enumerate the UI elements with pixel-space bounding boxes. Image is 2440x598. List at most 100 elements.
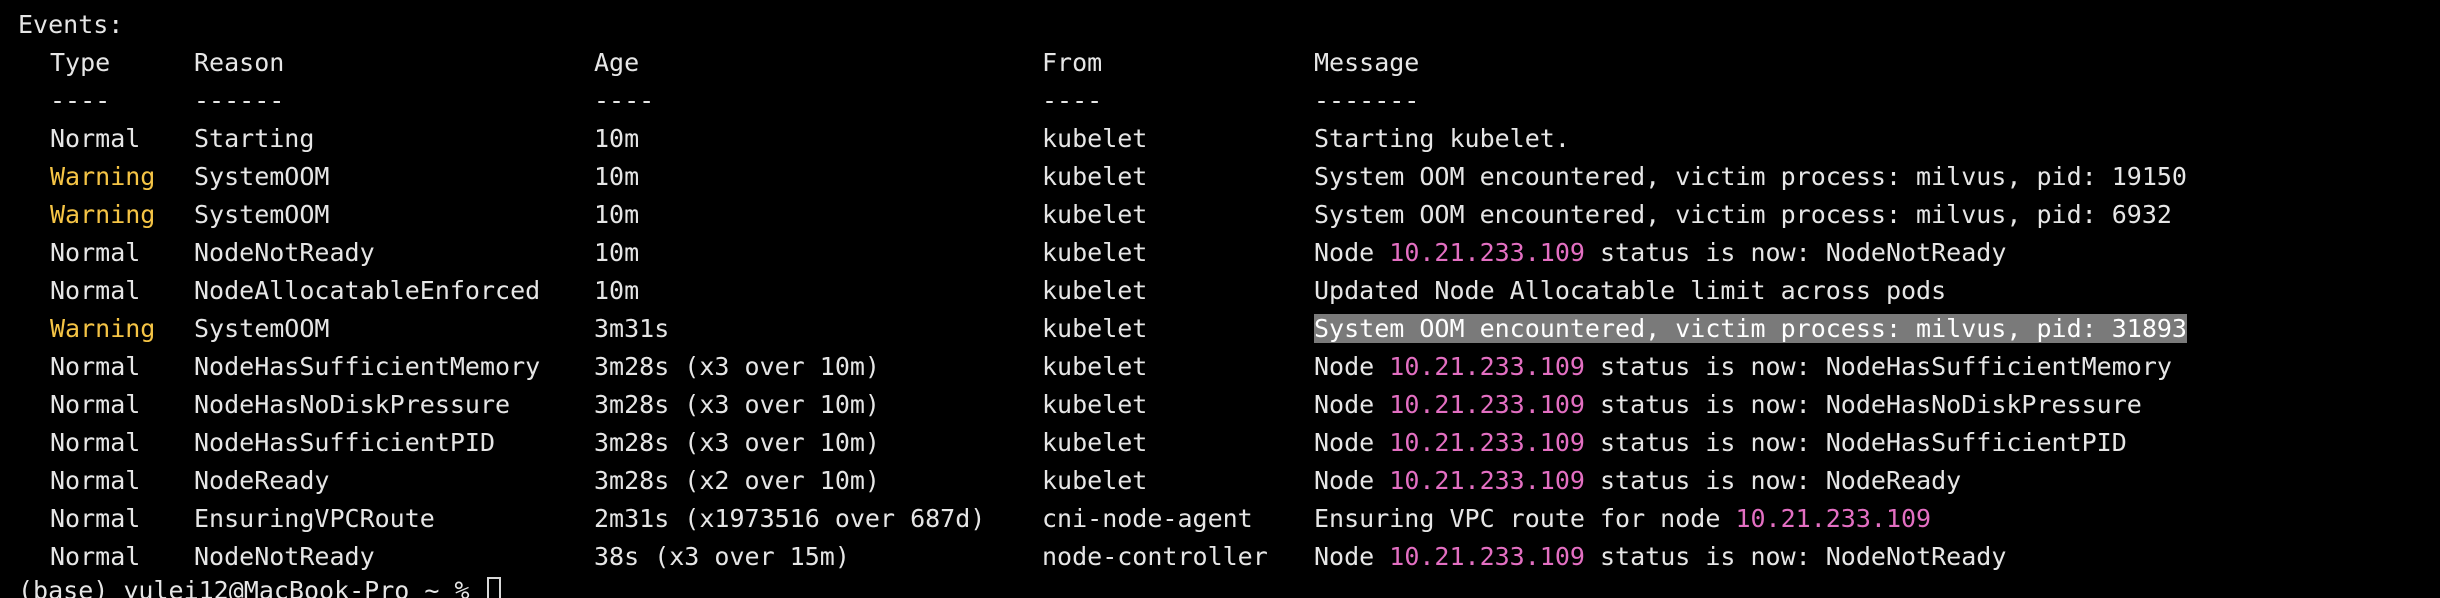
selected-message-text[interactable]: System OOM encountered, victim process: … [1314,314,2187,343]
node-ip-address: 10.21.233.109 [1389,542,1585,571]
event-message-suffix: status is now: NodeNotReady [1584,238,2007,267]
event-message-suffix: status is now: NodeHasSufficientPID [1584,428,2127,457]
node-ip-address: 10.21.233.109 [1389,238,1585,267]
event-message-text: Starting kubelet. [1314,124,1570,153]
event-reason: NodeNotReady [194,542,375,571]
event-age: 10m [594,238,640,267]
event-row: Normal NodeHasSufficientPID 3m28s (x3 ov… [0,424,2440,462]
event-message-prefix: Node [1314,390,1390,419]
event-source: kubelet [1042,428,1148,457]
event-reason: EnsuringVPCRoute [194,504,435,533]
event-type-warning: Warning [50,162,156,191]
event-source: kubelet [1042,200,1148,229]
event-type: Normal [50,276,141,305]
event-reason: Starting [194,124,315,153]
event-message-prefix: Ensuring VPC route for node [1314,504,1736,533]
event-source: kubelet [1042,352,1148,381]
event-source: kubelet [1042,124,1148,153]
terminal-window[interactable]: ------- Events: Type Reason Age From Mes… [0,0,2440,598]
event-row: Normal NodeReady 3m28s (x2 over 10m) kub… [0,462,2440,500]
event-reason: SystemOOM [194,162,330,191]
event-type: Normal [50,542,141,571]
event-row: Normal NodeNotReady 38s (x3 over 15m) no… [0,538,2440,576]
event-message: Node 10.21.233.109 status is now: NodeNo… [1314,234,2006,272]
event-message: Node 10.21.233.109 status is now: NodeHa… [1314,348,2172,386]
event-reason: NodeAllocatableEnforced [194,276,541,305]
event-message-suffix: status is now: NodeHasNoDiskPressure [1584,390,2142,419]
event-age: 10m [594,124,640,153]
event-reason: NodeHasSufficientMemory [194,352,541,381]
event-reason: SystemOOM [194,314,330,343]
node-ip-address: 10.21.233.109 [1735,504,1932,533]
event-row: Warning SystemOOM 10m kubelet System OOM… [0,158,2440,196]
event-row: Normal NodeAllocatableEnforced 10m kubel… [0,272,2440,310]
node-ip-address: 10.21.233.109 [1389,390,1585,419]
event-reason: NodeReady [194,466,330,495]
event-reason: SystemOOM [194,200,330,229]
terminal-cursor[interactable] [486,577,501,598]
event-source: kubelet [1042,466,1148,495]
event-age: 10m [594,200,640,229]
event-age: 2m31s (x1973516 over 687d) [594,504,986,533]
event-message: Node 10.21.233.109 status is now: NodeRe… [1314,462,1961,500]
event-row: Normal NodeHasNoDiskPressure 3m28s (x3 o… [0,386,2440,424]
node-ip-address: 10.21.233.109 [1389,428,1585,457]
event-age: 3m28s (x3 over 10m) [594,428,880,457]
events-table: Type Reason Age From Message ---- ------… [0,44,2440,576]
event-type-warning: Warning [50,314,156,343]
event-type: Normal [50,466,141,495]
event-row: Normal EnsuringVPCRoute 2m31s (x1973516 … [0,500,2440,538]
reason-separator: ------ [194,86,285,115]
event-type: Normal [50,124,141,153]
event-row: Warning SystemOOM 10m kubelet System OOM… [0,196,2440,234]
shell-prompt-line[interactable]: (base) yulei12@MacBook-Pro ~ % [18,572,501,598]
event-message-suffix: status is now: NodeNotReady [1584,542,2007,571]
event-message-suffix: status is now: NodeHasSufficientMemory [1584,352,2172,381]
event-age: 3m28s (x3 over 10m) [594,390,880,419]
event-type-warning: Warning [50,200,156,229]
table-separator-row: ---- ------ ---- ---- ------- [0,82,2440,120]
event-age: 3m28s (x2 over 10m) [594,466,880,495]
event-message-prefix: Node [1314,428,1390,457]
event-age: 3m28s (x3 over 10m) [594,352,880,381]
from-column-header: From [1042,48,1103,77]
event-source: node-controller [1042,542,1268,571]
event-message: Updated Node Allocatable limit across po… [1314,272,1946,310]
event-age: 38s (x3 over 15m) [594,542,850,571]
event-age: 10m [594,162,640,191]
type-column-header: Type [50,48,111,77]
table-header-row: Type Reason Age From Message [0,44,2440,82]
event-source: kubelet [1042,390,1148,419]
event-reason: NodeHasSufficientPID [194,428,496,457]
events-section-title: Events: [18,10,124,39]
event-row: Normal Starting 10m kubelet Starting kub… [0,120,2440,158]
event-message-prefix: Node [1314,352,1390,381]
age-separator: ---- [594,86,655,115]
age-column-header: Age [594,48,640,77]
event-source: kubelet [1042,276,1148,305]
event-message: Ensuring VPC route for node 10.21.233.10… [1314,500,1931,538]
event-message-prefix: Node [1314,238,1390,267]
event-reason: NodeNotReady [194,238,375,267]
event-age: 10m [594,276,640,305]
event-message: System OOM encountered, victim process: … [1314,196,2172,234]
event-source: kubelet [1042,162,1148,191]
event-row: Warning SystemOOM 3m31s kubelet System O… [0,310,2440,348]
event-type: Normal [50,390,141,419]
from-separator: ---- [1042,86,1103,115]
event-message: Starting kubelet. [1314,120,1570,158]
event-message: Node 10.21.233.109 status is now: NodeNo… [1314,538,2006,576]
event-row: Normal NodeHasSufficientMemory 3m28s (x3… [0,348,2440,386]
event-type: Normal [50,238,141,267]
event-message: Node 10.21.233.109 status is now: NodeHa… [1314,386,2142,424]
event-message[interactable]: System OOM encountered, victim process: … [1314,310,2187,348]
event-message-prefix: Node [1314,466,1390,495]
event-message: System OOM encountered, victim process: … [1314,158,2187,196]
event-source: kubelet [1042,314,1148,343]
event-message-text: System OOM encountered, victim process: … [1314,162,2187,191]
node-ip-address: 10.21.233.109 [1389,466,1585,495]
event-message: Node 10.21.233.109 status is now: NodeHa… [1314,424,2127,462]
event-type: Normal [50,504,141,533]
message-separator: ------- [1314,86,1420,115]
shell-prompt: (base) yulei12@MacBook-Pro ~ % [18,576,470,598]
